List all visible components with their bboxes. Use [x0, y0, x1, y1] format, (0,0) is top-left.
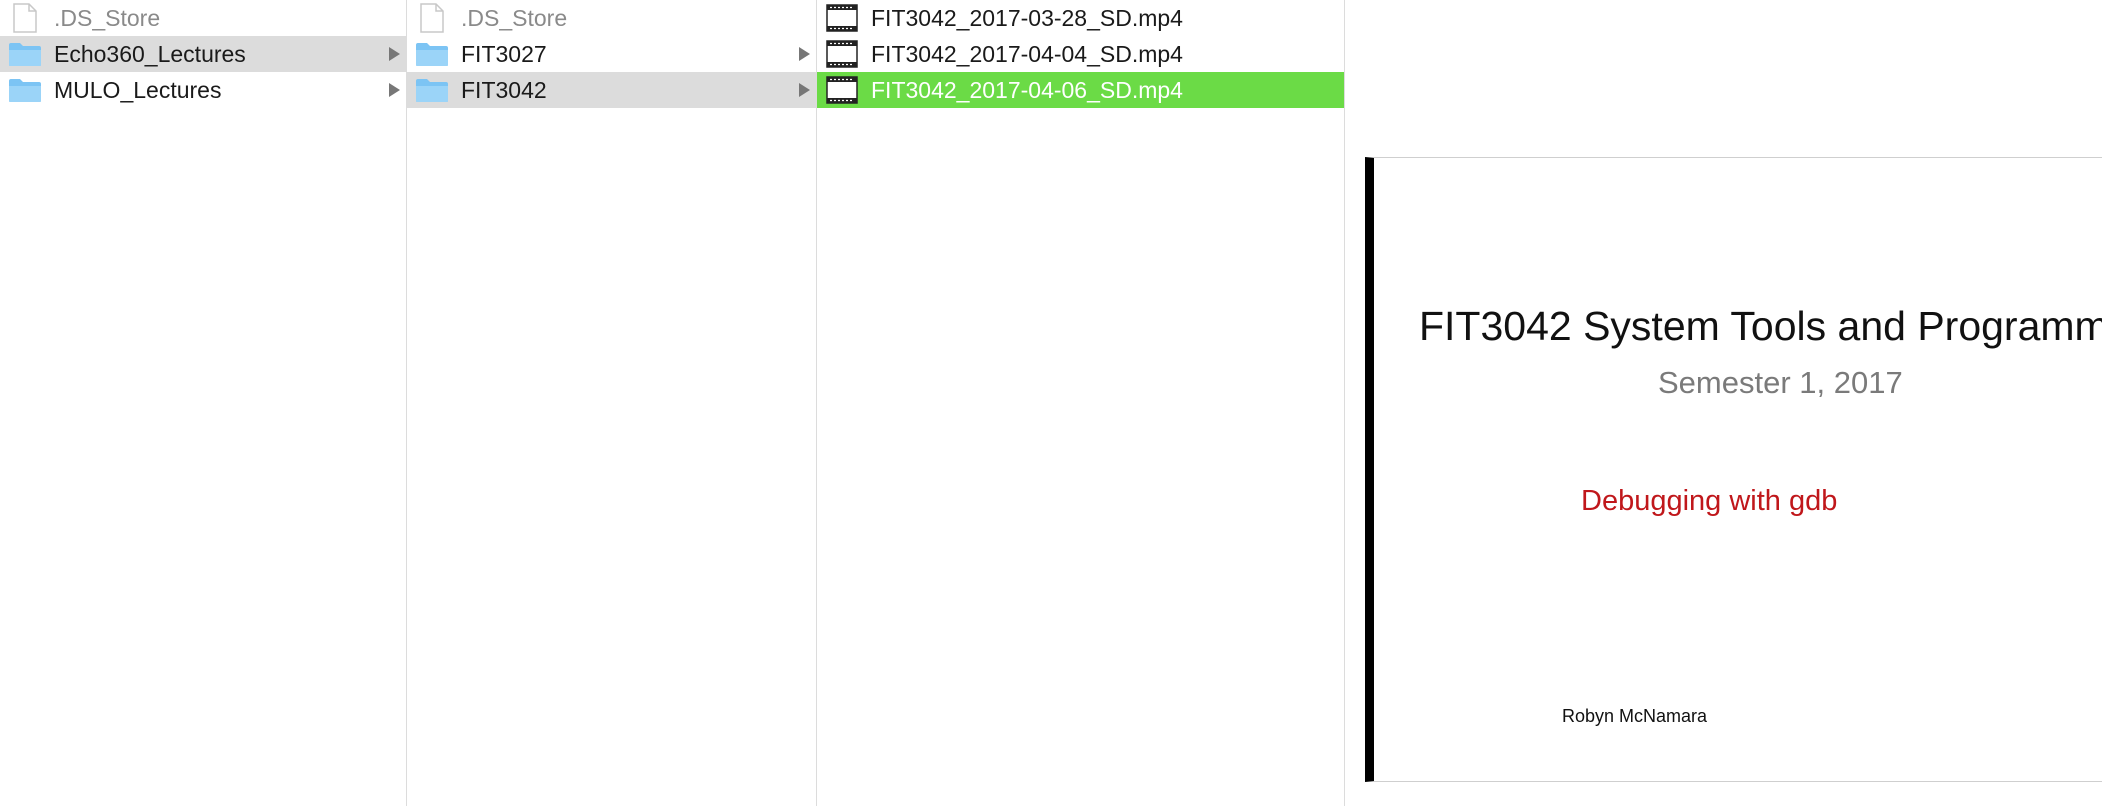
finder-column-view: .DS_Store Echo360_Lectures MULO_Lectures…: [0, 0, 2102, 806]
file-item-video[interactable]: FIT3042_2017-04-04_SD.mp4: [817, 36, 1344, 72]
file-item-label: .DS_Store: [54, 4, 161, 31]
column-fit3042[interactable]: FIT3042_2017-03-28_SD.mp4 FIT3042_2017-0…: [817, 0, 1345, 806]
slide-topic: Debugging with gdb: [1581, 485, 1838, 517]
chevron-right-icon: [389, 83, 400, 97]
folder-icon: [8, 39, 42, 69]
video-preview-thumbnail[interactable]: FIT3042 System Tools and Programming Sem…: [1365, 157, 2102, 782]
slide-author: Robyn McNamara: [1562, 706, 1708, 726]
file-item-ds-store[interactable]: .DS_Store: [0, 0, 406, 36]
folder-item-label: Echo360_Lectures: [54, 40, 246, 67]
folder-item-mulo-lectures[interactable]: MULO_Lectures: [0, 72, 406, 108]
folder-item-echo360-lectures[interactable]: Echo360_Lectures: [0, 36, 406, 72]
preview-pane: FIT3042 System Tools and Programming Sem…: [1345, 0, 2102, 806]
column-root[interactable]: .DS_Store Echo360_Lectures MULO_Lectures: [0, 0, 407, 806]
file-item-label: FIT3042_2017-03-28_SD.mp4: [871, 4, 1183, 31]
folder-item-label: MULO_Lectures: [54, 76, 222, 103]
folder-item-fit3042[interactable]: FIT3042: [407, 72, 816, 108]
file-item-label: FIT3042_2017-04-06_SD.mp4: [871, 76, 1183, 103]
slide-title: FIT3042 System Tools and Programming: [1419, 303, 2102, 349]
video-file-icon: [825, 3, 859, 33]
file-item-video[interactable]: FIT3042_2017-03-28_SD.mp4: [817, 0, 1344, 36]
document-icon: [415, 3, 449, 33]
folder-icon: [415, 39, 449, 69]
folder-item-label: FIT3027: [461, 40, 547, 67]
slide-subtitle: Semester 1, 2017: [1658, 365, 1903, 400]
column-echo360-lectures[interactable]: .DS_Store FIT3027 FIT3042: [407, 0, 817, 806]
chevron-right-icon: [799, 47, 810, 61]
chevron-right-icon: [799, 83, 810, 97]
file-item-label: .DS_Store: [461, 4, 568, 31]
folder-icon: [8, 75, 42, 105]
folder-item-fit3027[interactable]: FIT3027: [407, 36, 816, 72]
file-item-ds-store[interactable]: .DS_Store: [407, 0, 816, 36]
file-item-video-selected[interactable]: FIT3042_2017-04-06_SD.mp4: [817, 72, 1344, 108]
folder-icon: [415, 75, 449, 105]
file-item-label: FIT3042_2017-04-04_SD.mp4: [871, 40, 1183, 67]
video-file-icon: [825, 75, 859, 105]
chevron-right-icon: [389, 47, 400, 61]
folder-item-label: FIT3042: [461, 76, 547, 103]
document-icon: [8, 3, 42, 33]
video-file-icon: [825, 39, 859, 69]
